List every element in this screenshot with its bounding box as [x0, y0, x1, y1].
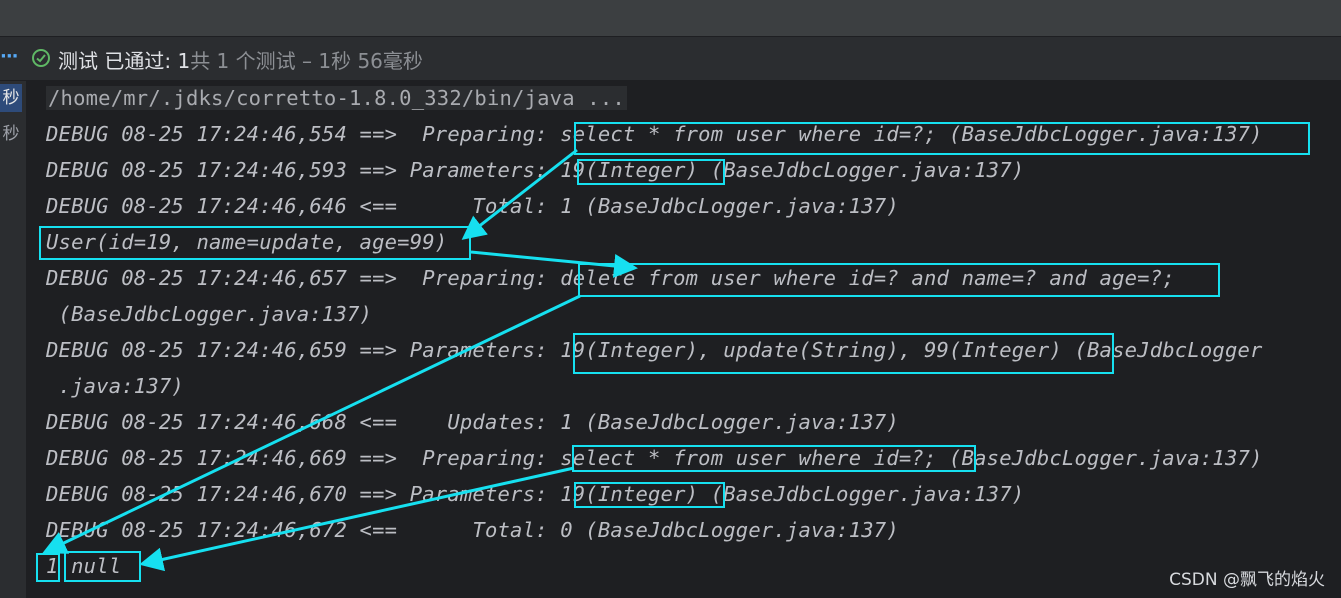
console-line: .java:137): [46, 374, 184, 398]
test-tree-panel: 秒 秒: [0, 81, 27, 598]
status-separator: –: [295, 49, 319, 73]
test-duration: 1秒 56毫秒: [318, 49, 423, 73]
console-line: DEBUG 08-25 17:24:46,672 <== Total: 0 (B…: [46, 518, 899, 542]
highlight-box-param: [577, 159, 725, 185]
test-passed-icon: [32, 49, 50, 67]
highlight-box-param-2: [574, 482, 725, 508]
console-line: DEBUG 08-25 17:24:46,668 <== Updates: 1 …: [46, 410, 899, 434]
test-status-text: 测试 已通过: 1共 1 个测试 – 1秒 56毫秒: [58, 45, 423, 74]
status-label: 测试 已通过:: [58, 49, 178, 73]
passed-count: 1: [177, 49, 191, 73]
test-tree-item-selected[interactable]: 秒: [0, 84, 22, 112]
console-line: DEBUG 08-25 17:24:46,593 ==> Parameters:…: [46, 158, 1025, 182]
test-summary: 共 1 个测试: [190, 49, 296, 73]
highlight-box-update-count: [36, 553, 60, 582]
highlight-box-select-query-2: [572, 445, 976, 472]
more-icon[interactable]: ···: [0, 46, 18, 67]
test-status-bar: ··· 测试 已通过: 1共 1 个测试 – 1秒 56毫秒: [0, 37, 1341, 81]
console-line: DEBUG 08-25 17:24:46,670 ==> Parameters:…: [46, 482, 1025, 506]
console-line[interactable]: /home/mr/.jdks/corretto-1.8.0_332/bin/ja…: [46, 86, 627, 110]
test-tree-item[interactable]: 秒: [0, 120, 22, 148]
console-line: (BaseJdbcLogger.java:137): [46, 302, 373, 326]
console-line: DEBUG 08-25 17:24:46,646 <== Total: 1 (B…: [46, 194, 899, 218]
highlight-box-delete-params: [573, 333, 1114, 374]
window-top-bar: [0, 0, 1341, 37]
highlight-box-select-query: [574, 122, 1310, 155]
highlight-box-user-result: [39, 226, 471, 260]
highlight-box-null-result: [64, 551, 141, 582]
highlight-box-delete-query: [578, 263, 1220, 297]
watermark: CSDN @飘飞的焰火: [1169, 570, 1325, 590]
